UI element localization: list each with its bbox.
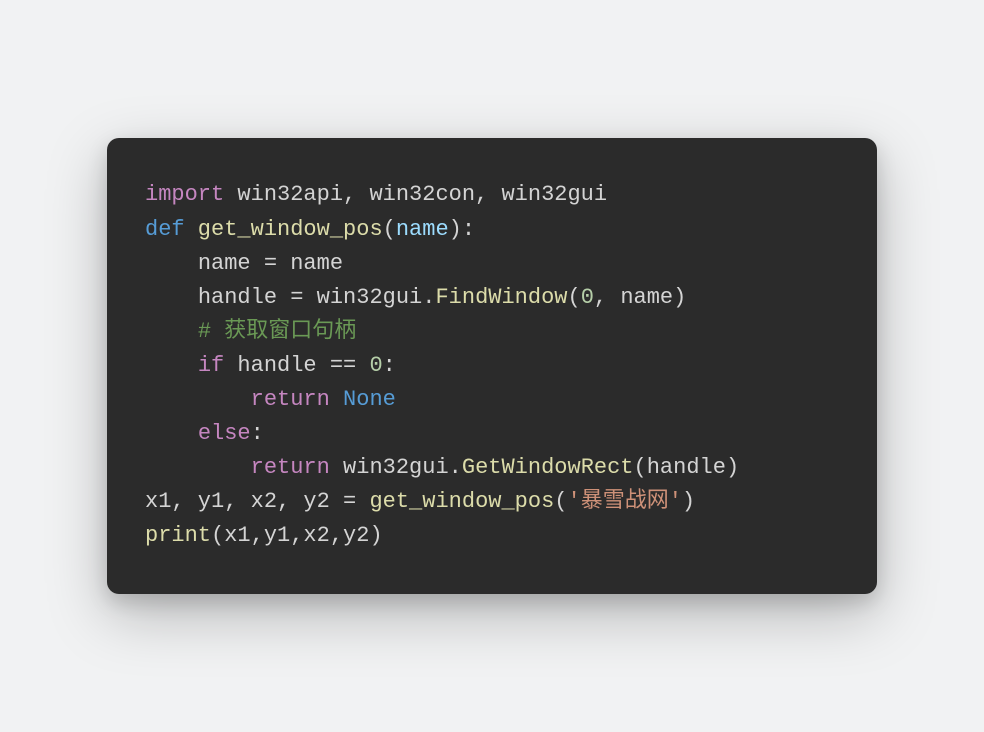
indent: [145, 353, 198, 378]
function-name: get_window_pos: [185, 217, 383, 242]
space: [330, 387, 343, 412]
paren-open: (: [634, 455, 647, 480]
module-member: win32gui.: [330, 455, 462, 480]
paren-close: ): [673, 285, 686, 310]
comma: ,: [594, 285, 620, 310]
function-call: FindWindow: [435, 285, 567, 310]
function-call: get_window_pos: [369, 489, 554, 514]
code-content: import win32api, win32con, win32gui def …: [145, 178, 839, 553]
indent: [145, 319, 198, 344]
import-modules: win32api, win32con, win32gui: [224, 182, 607, 207]
function-call: print: [145, 523, 211, 548]
assign-lhs: handle: [198, 285, 290, 310]
code-block: import win32api, win32con, win32gui def …: [107, 138, 877, 593]
keyword-none: None: [343, 387, 396, 412]
param-name: name: [396, 217, 449, 242]
indent: [145, 251, 198, 276]
assign-lhs: x1, y1, x2, y2: [145, 489, 343, 514]
colon: :: [251, 421, 264, 446]
paren-close: ): [682, 489, 695, 514]
cond-op: ==: [330, 353, 356, 378]
module-member: win32gui.: [303, 285, 435, 310]
indent: [145, 455, 251, 480]
paren-open: (: [554, 489, 567, 514]
cond-lhs: handle: [224, 353, 330, 378]
assign-lhs: name: [198, 251, 264, 276]
paren-close-colon: ):: [449, 217, 475, 242]
colon: :: [383, 353, 396, 378]
comment: # 获取窗口句柄: [198, 319, 356, 344]
paren-open: (: [211, 523, 224, 548]
indent: [145, 387, 251, 412]
indent: [145, 421, 198, 446]
arg-name: name: [620, 285, 673, 310]
indent: [145, 285, 198, 310]
function-call: GetWindowRect: [462, 455, 634, 480]
keyword-def: def: [145, 217, 185, 242]
keyword-return: return: [251, 387, 330, 412]
assign-op: =: [264, 251, 277, 276]
paren-close: ): [369, 523, 382, 548]
args: x1,y1,x2,y2: [224, 523, 369, 548]
assign-op: =: [290, 285, 303, 310]
number-literal: 0: [369, 353, 382, 378]
keyword-if: if: [198, 353, 224, 378]
assign-op: =: [343, 489, 356, 514]
arg-name: handle: [647, 455, 726, 480]
paren-open: (: [383, 217, 396, 242]
string-literal: '暴雪战网': [568, 489, 682, 514]
keyword-return: return: [251, 455, 330, 480]
number-literal: 0: [581, 285, 594, 310]
cond-sp: [356, 353, 369, 378]
keyword-else: else: [198, 421, 251, 446]
space: [356, 489, 369, 514]
paren-open: (: [568, 285, 581, 310]
keyword-import: import: [145, 182, 224, 207]
assign-rhs: name: [277, 251, 343, 276]
paren-close: ): [726, 455, 739, 480]
